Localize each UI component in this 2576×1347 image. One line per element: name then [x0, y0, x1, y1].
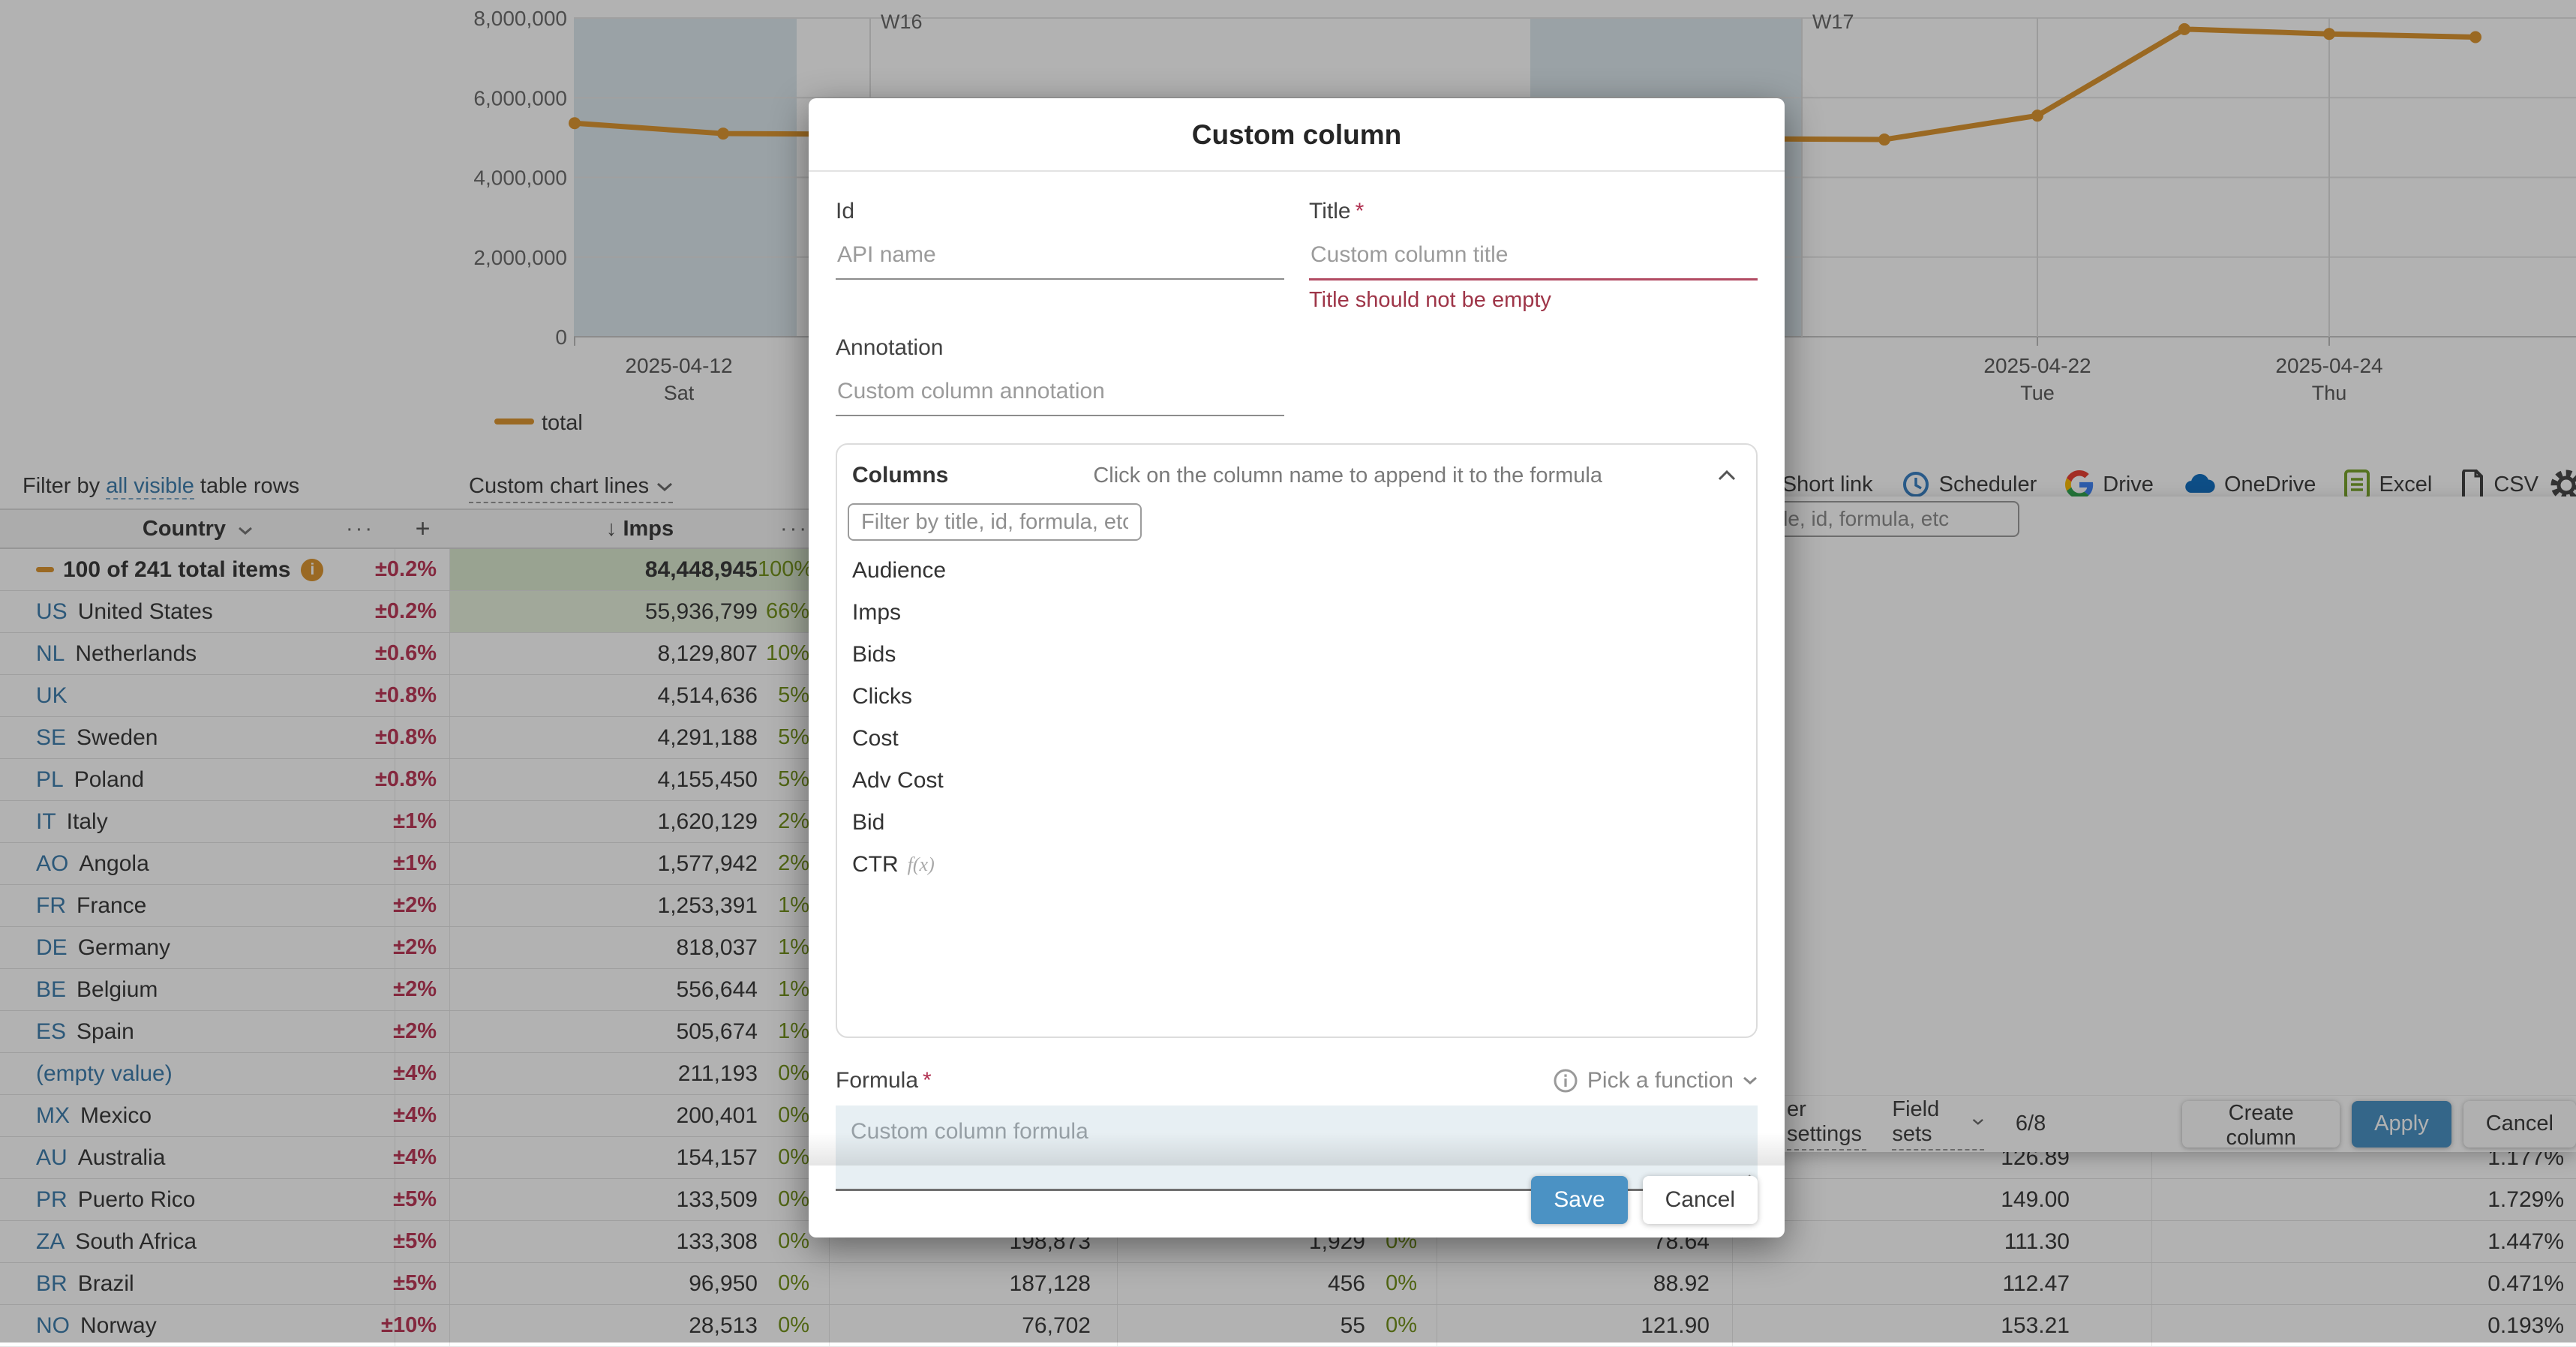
save-button[interactable]: Save [1531, 1176, 1627, 1224]
column-item-imps[interactable]: Imps [837, 592, 1756, 634]
column-item-ctr[interactable]: CTR f(x) [837, 844, 1756, 886]
column-item-label: Adv Cost [852, 768, 944, 794]
column-item-label: Clicks [852, 684, 912, 710]
required-asterisk: * [923, 1068, 932, 1093]
required-asterisk: * [1356, 199, 1365, 224]
title-label: Title* [1309, 199, 1758, 224]
pick-function-dropdown[interactable]: Pick a function [1553, 1068, 1758, 1094]
column-item-label: Bids [852, 642, 896, 668]
custom-column-modal: Custom column Id Title* Title should not… [809, 98, 1785, 1238]
modal-title: Custom column [809, 98, 1785, 151]
title-error-message: Title should not be empty [1309, 288, 1758, 313]
column-item-audience[interactable]: Audience [837, 550, 1756, 592]
modal-cancel-button[interactable]: Cancel [1643, 1176, 1758, 1224]
divider [809, 170, 1785, 172]
title-input[interactable] [1309, 224, 1758, 280]
chevron-down-icon [1743, 1076, 1758, 1085]
column-item-label: Cost [852, 726, 899, 752]
column-item-bid[interactable]: Bid [837, 802, 1756, 844]
column-item-bids[interactable]: Bids [837, 634, 1756, 676]
id-input[interactable] [836, 224, 1284, 280]
annotation-label: Annotation [836, 335, 1284, 361]
collapse-columns-icon[interactable] [1717, 470, 1737, 482]
pick-function-label: Pick a function [1587, 1068, 1734, 1094]
column-item-cost[interactable]: Cost [837, 718, 1756, 760]
columns-filter-input[interactable] [848, 503, 1142, 541]
column-item-label: Bid [852, 810, 884, 836]
annotation-input[interactable] [836, 361, 1284, 416]
columns-panel-title: Columns [852, 463, 948, 488]
column-item-label: CTR [852, 852, 899, 878]
formula-badge: f(x) [908, 854, 935, 876]
column-item-label: Audience [852, 558, 946, 584]
columns-panel: Columns Click on the column name to appe… [836, 443, 1758, 1038]
column-item-label: Imps [852, 600, 901, 626]
columns-panel-hint: Click on the column name to append it to… [948, 464, 1717, 488]
info-icon [1553, 1068, 1578, 1094]
scroll-shadow [809, 1132, 1785, 1166]
id-label: Id [836, 199, 1284, 224]
column-item-clicks[interactable]: Clicks [837, 676, 1756, 718]
formula-label: Formula* [836, 1068, 932, 1094]
column-item-adv-cost[interactable]: Adv Cost [837, 760, 1756, 802]
